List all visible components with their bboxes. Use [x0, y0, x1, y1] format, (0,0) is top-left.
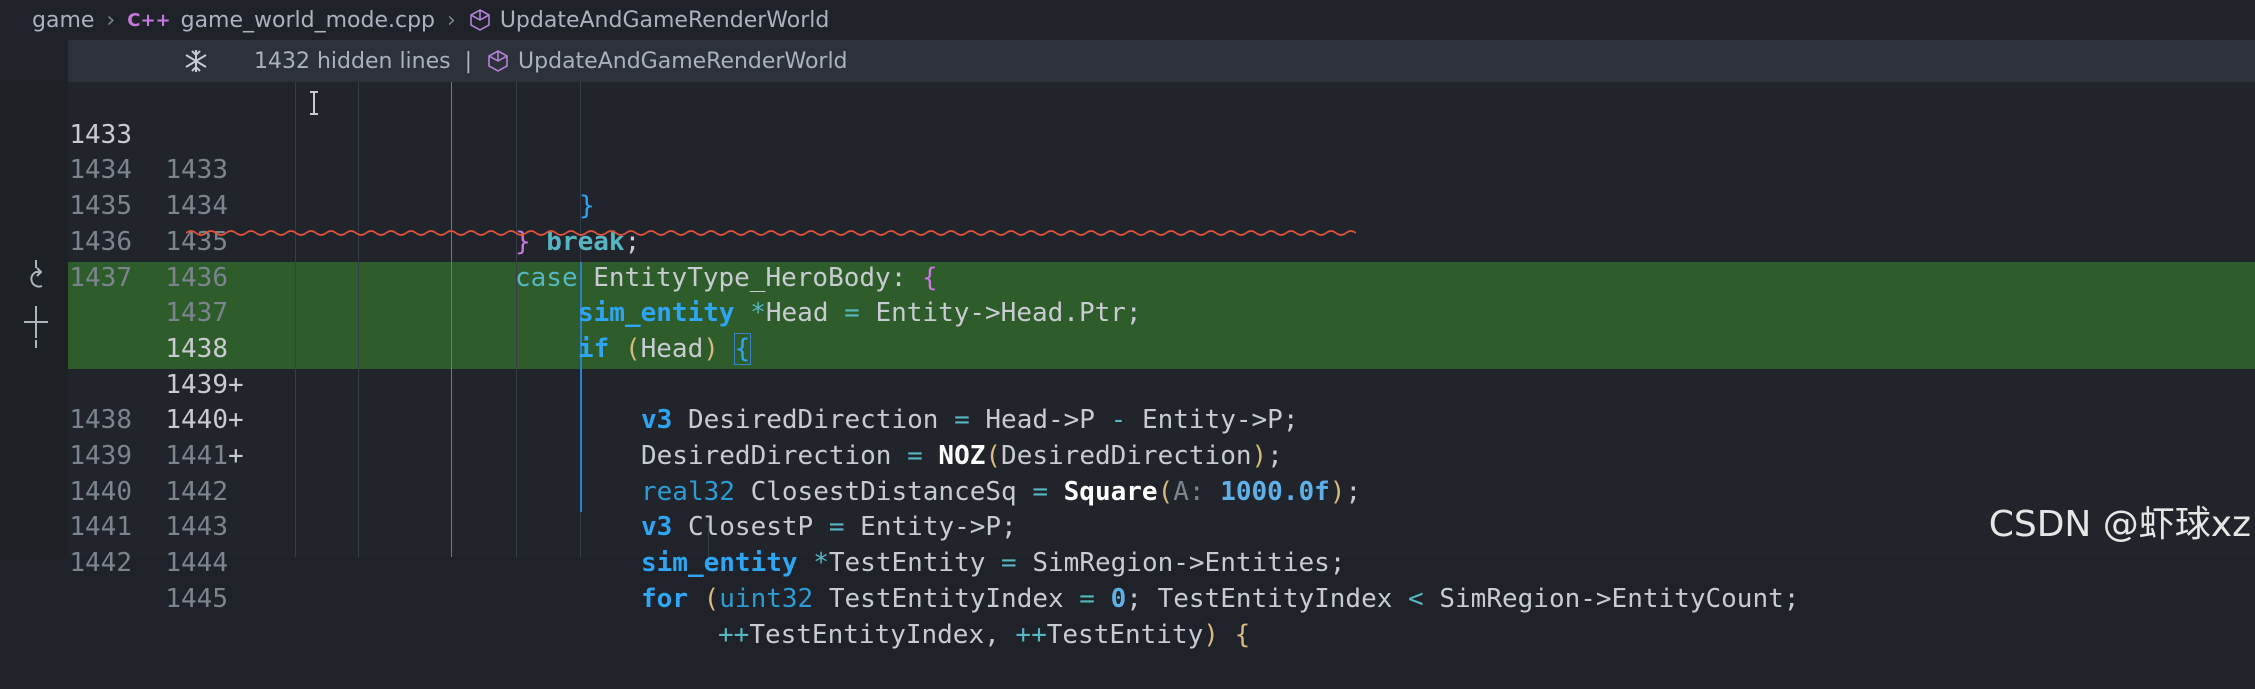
token: < — [1392, 583, 1440, 614]
code-line[interactable]: 1442 1445 ++TestEntityIndex, ++TestEntit… — [68, 510, 2255, 649]
token: ; — [1126, 583, 1158, 614]
token: TestEntityIndex, — [749, 619, 1016, 650]
breadcrumb-symbol[interactable]: UpdateAndGameRenderWorld — [500, 8, 830, 33]
diff-gutter — [0, 82, 68, 557]
code-line-added[interactable]: 1438 + v3 DesiredDirection = Head->P - E… — [68, 261, 2255, 435]
code-line-added[interactable]: 1440 + — [68, 332, 2255, 471]
code-editor[interactable]: 1433 1433 } 1434 1434 } break; 1435 1435… — [68, 82, 2255, 650]
error-squiggle — [186, 230, 1356, 236]
token: SimRegion->EntityCount; — [1439, 583, 1800, 614]
code-line-added[interactable]: 1439 + DesiredDirection = NOZ(DesiredDir… — [68, 296, 2255, 471]
token: ++ — [1015, 619, 1047, 650]
token: ++ — [718, 619, 750, 650]
code-line[interactable]: 1441 1444 for (uint32 TestEntityIndex = … — [68, 475, 2255, 613]
breadcrumb-file[interactable]: game_world_mode.cpp — [181, 8, 435, 33]
watermark: CSDN @虾球xz — [1988, 504, 2251, 545]
plus-icon[interactable] — [20, 306, 52, 348]
number-literal: 0 — [1110, 583, 1127, 614]
separator: | — [464, 48, 473, 74]
new-line-number: 1445 — [165, 583, 228, 614]
token: = — [985, 548, 1033, 579]
symbol-method-icon — [488, 50, 508, 72]
code-line[interactable]: 1438 1441 real32 ClosestDistanceSq = Squ… — [68, 368, 2255, 506]
token: { — [1234, 619, 1251, 650]
token: TestEntityIndex — [1157, 583, 1393, 614]
token: ( — [687, 583, 720, 614]
old-line-number: 1442 — [69, 548, 132, 579]
revert-icon[interactable] — [20, 260, 52, 294]
token: TestEntity — [828, 548, 986, 579]
breadcrumb-folder[interactable]: game — [32, 8, 94, 33]
sticky-symbol[interactable]: UpdateAndGameRenderWorld — [518, 49, 848, 74]
unfold-icon[interactable] — [182, 47, 210, 75]
symbol-method-icon — [470, 9, 490, 31]
code-line[interactable]: 1439 1442 v3 ClosestP = Entity->P; — [68, 403, 2255, 542]
type: sim_entity — [641, 548, 798, 579]
token: * — [797, 548, 829, 579]
code-line[interactable]: 1435 1435 case EntityType_HeroBody: { — [68, 153, 2255, 292]
breadcrumb: game › C++ game_world_mode.cpp › UpdateA… — [0, 0, 2255, 40]
chevron-right-icon: › — [106, 7, 116, 33]
type: uint32 — [719, 583, 814, 614]
token: ) — [1203, 619, 1235, 650]
code-line[interactable]: 1436 1436 sim_entity *Head = Entity->Hea… — [68, 189, 2255, 328]
code-line[interactable]: 1433 1433 } — [68, 82, 2255, 221]
token: = — [1063, 583, 1111, 614]
token: TestEntityIndex — [813, 583, 1064, 614]
chevron-right-icon: › — [447, 7, 456, 33]
code-line[interactable]: 1440 1443 sim_entity *TestEntity = SimRe… — [68, 439, 2255, 578]
token: SimRegion->Entities; — [1032, 548, 1346, 579]
hidden-lines-count: 1432 hidden lines — [254, 48, 451, 74]
keyword: for — [641, 583, 688, 614]
code-line[interactable]: 1434 1434 } break; — [68, 118, 2255, 256]
new-line-number: 1444 — [165, 548, 228, 579]
token: TestEntity — [1046, 619, 1204, 650]
hidden-lines-bar[interactable]: 1432 hidden lines | UpdateAndGameRenderW… — [68, 40, 2255, 82]
cpp-file-icon: C++ — [127, 9, 171, 31]
